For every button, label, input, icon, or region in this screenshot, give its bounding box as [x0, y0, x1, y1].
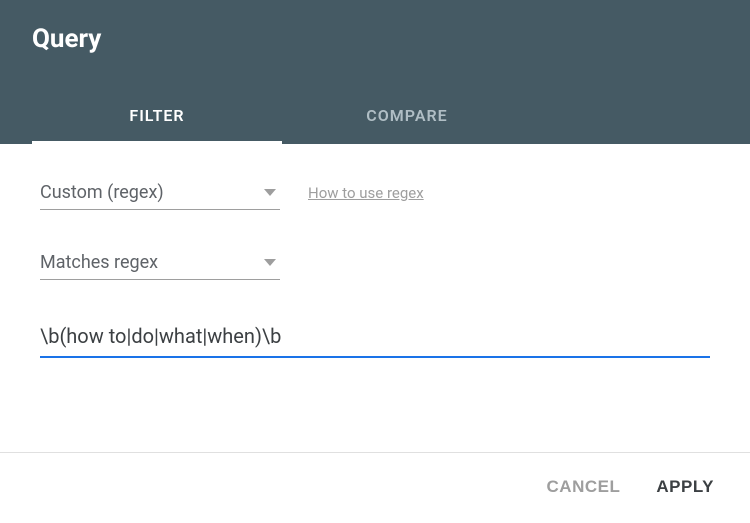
match-mode-value: Matches regex	[40, 252, 158, 273]
apply-button[interactable]: APPLY	[652, 469, 718, 505]
chevron-down-icon	[264, 189, 276, 196]
dialog-content: Custom (regex) How to use regex Matches …	[0, 144, 750, 358]
dialog-title: Query	[32, 24, 718, 54]
regex-input[interactable]	[40, 316, 710, 358]
filter-type-value: Custom (regex)	[40, 182, 164, 203]
tab-compare[interactable]: COMPARE	[282, 90, 532, 144]
footer-divider	[0, 452, 750, 453]
dialog-footer: CANCEL APPLY	[543, 469, 718, 505]
chevron-down-icon	[264, 259, 276, 266]
regex-input-row	[40, 316, 710, 358]
filter-type-row: Custom (regex) How to use regex	[40, 176, 710, 210]
match-mode-select[interactable]: Matches regex	[40, 246, 280, 280]
dialog-header: Query FILTER COMPARE	[0, 0, 750, 144]
filter-type-select[interactable]: Custom (regex)	[40, 176, 280, 210]
tab-filter[interactable]: FILTER	[32, 90, 282, 144]
match-mode-row: Matches regex	[40, 246, 710, 280]
tabs: FILTER COMPARE	[32, 90, 718, 144]
cancel-button[interactable]: CANCEL	[543, 469, 625, 505]
regex-help-link[interactable]: How to use regex	[308, 184, 424, 202]
